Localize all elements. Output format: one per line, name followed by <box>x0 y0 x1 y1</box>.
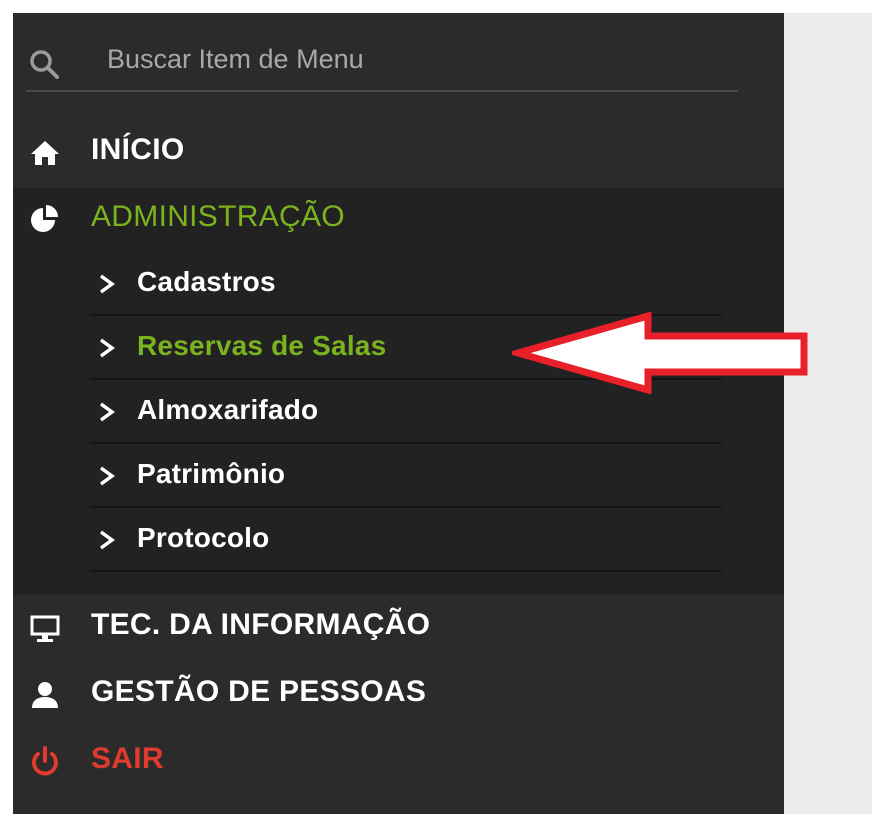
submenu-item-label: Protocolo <box>137 522 270 553</box>
submenu-item-label: Almoxarifado <box>137 394 319 425</box>
sidebar-menu: INÍCIO ADMINISTRAÇÃO Cadastros Reservas … <box>13 13 784 814</box>
menu-item-administracao[interactable]: ADMINISTRAÇÃO <box>13 190 784 250</box>
submenu-item-cadastros[interactable]: Cadastros <box>90 254 722 316</box>
menu-item-label: ADMINISTRAÇÃO <box>91 200 345 233</box>
search-divider <box>26 90 738 92</box>
menu-search <box>13 13 784 103</box>
menu-item-label: TEC. DA INFORMAÇÃO <box>91 608 431 641</box>
menu-item-label: SAIR <box>91 742 164 775</box>
search-input[interactable] <box>101 39 673 79</box>
submenu-item-label: Reservas de Salas <box>137 330 387 361</box>
submenu-item-label: Cadastros <box>137 266 276 297</box>
submenu-divider <box>90 506 722 508</box>
chevron-right-icon <box>99 466 115 486</box>
menu-item-tec-informacao[interactable]: TEC. DA INFORMAÇÃO <box>13 598 784 658</box>
submenu-divider <box>90 442 722 444</box>
chevron-right-icon <box>99 274 115 294</box>
submenu-item-patrimonio[interactable]: Patrimônio <box>90 446 722 508</box>
submenu-item-protocolo[interactable]: Protocolo <box>90 510 722 572</box>
chevron-right-icon <box>99 530 115 550</box>
main-content-area <box>784 13 872 814</box>
user-icon <box>32 682 58 708</box>
annotation-arrow-icon <box>512 312 808 394</box>
power-icon <box>32 746 58 776</box>
submenu-item-label: Patrimônio <box>137 458 286 489</box>
menu-item-label: GESTÃO DE PESSOAS <box>91 675 427 708</box>
pie-chart-icon <box>31 205 58 232</box>
home-icon <box>31 141 59 165</box>
search-icon <box>30 50 59 79</box>
menu-item-inicio[interactable]: INÍCIO <box>13 123 784 183</box>
chevron-right-icon <box>99 402 115 422</box>
menu-item-gestao-pessoas[interactable]: GESTÃO DE PESSOAS <box>13 665 784 725</box>
menu-item-label: INÍCIO <box>91 133 185 166</box>
menu-item-sair[interactable]: SAIR <box>13 732 784 792</box>
monitor-icon <box>30 615 60 642</box>
submenu-divider <box>90 570 722 572</box>
chevron-right-icon <box>99 338 115 358</box>
